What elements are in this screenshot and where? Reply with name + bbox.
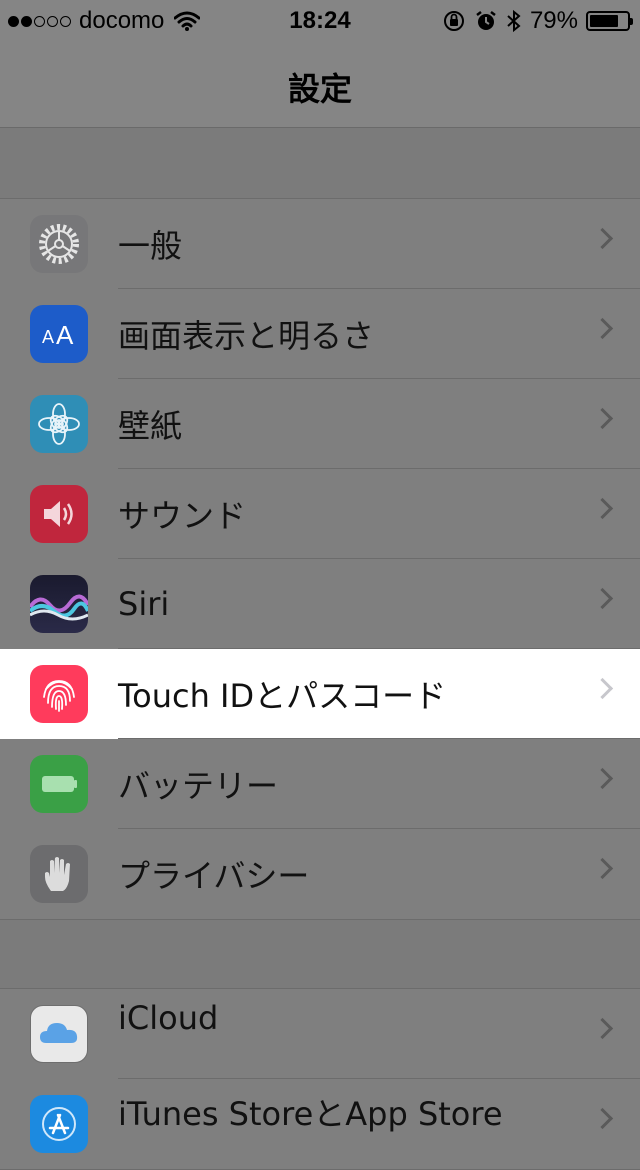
chevron-right-icon (591, 767, 614, 790)
settings-row-display[interactable]: A A 画面表示と明るさ (0, 289, 640, 379)
settings-row-battery[interactable]: バッテリー (0, 739, 640, 829)
battery-icon (30, 755, 88, 813)
status-right: 79% (442, 7, 633, 35)
battery-icon (586, 11, 633, 31)
settings-row-privacy[interactable]: プライバシー (0, 829, 640, 919)
settings-row-icloud[interactable]: iCloud (0, 989, 640, 1079)
app-store-icon (30, 1095, 88, 1153)
settings-row-sounds[interactable]: サウンド (0, 469, 640, 559)
chevron-right-icon (591, 1017, 614, 1040)
row-label: Siri (118, 585, 170, 623)
chevron-right-icon (591, 407, 614, 430)
settings-group-1: 一般 A A 画面表示と明るさ 壁紙 サウンド Siri Touch IDとパス… (0, 198, 640, 920)
page-title: 設定 (287, 70, 352, 108)
settings-row-touch-id-passcode[interactable]: Touch IDとパスコード (0, 649, 640, 739)
chevron-right-icon (591, 857, 614, 880)
alarm-icon (476, 11, 496, 30)
row-label: 一般 (118, 227, 183, 265)
settings-row-general[interactable]: 一般 (0, 199, 640, 289)
hand-icon (30, 845, 88, 903)
chevron-right-icon (591, 1107, 614, 1130)
fingerprint-icon (30, 665, 88, 723)
row-label: iTunes StoreとApp Store (118, 1095, 503, 1133)
row-label: Touch IDとパスコード (118, 677, 447, 715)
cloud-icon (30, 1005, 88, 1063)
chevron-right-icon (591, 677, 614, 700)
svg-text:A: A (56, 320, 74, 350)
svg-text:A: A (42, 327, 54, 347)
status-bar: docomo 18:24 79% (0, 0, 640, 40)
settings-group-2: iCloud iTunes StoreとApp Store (0, 988, 640, 1170)
chevron-right-icon (591, 317, 614, 340)
navigation-bar: 設定 (0, 40, 640, 128)
flower-icon (30, 395, 88, 453)
chevron-right-icon (591, 587, 614, 610)
row-label: 画面表示と明るさ (118, 317, 375, 355)
text-size-icon: A A (30, 305, 88, 363)
speaker-icon (30, 485, 88, 543)
chevron-right-icon (591, 497, 614, 520)
row-label: iCloud (118, 999, 219, 1037)
orientation-lock-icon (443, 11, 464, 31)
row-label: 壁紙 (118, 407, 183, 445)
row-label: バッテリー (118, 767, 279, 805)
gear-icon (30, 215, 88, 273)
bluetooth-icon (507, 9, 521, 33)
settings-row-wallpaper[interactable]: 壁紙 (0, 379, 640, 469)
battery-percent: 79% (529, 7, 578, 34)
settings-row-siri[interactable]: Siri (0, 559, 640, 649)
row-label: プライバシー (118, 857, 310, 895)
siri-icon (30, 575, 88, 633)
battery-fill (590, 15, 619, 27)
settings-row-itunes-app-store[interactable]: iTunes StoreとApp Store (0, 1079, 640, 1169)
chevron-right-icon (591, 227, 614, 250)
row-label: サウンド (118, 497, 247, 535)
